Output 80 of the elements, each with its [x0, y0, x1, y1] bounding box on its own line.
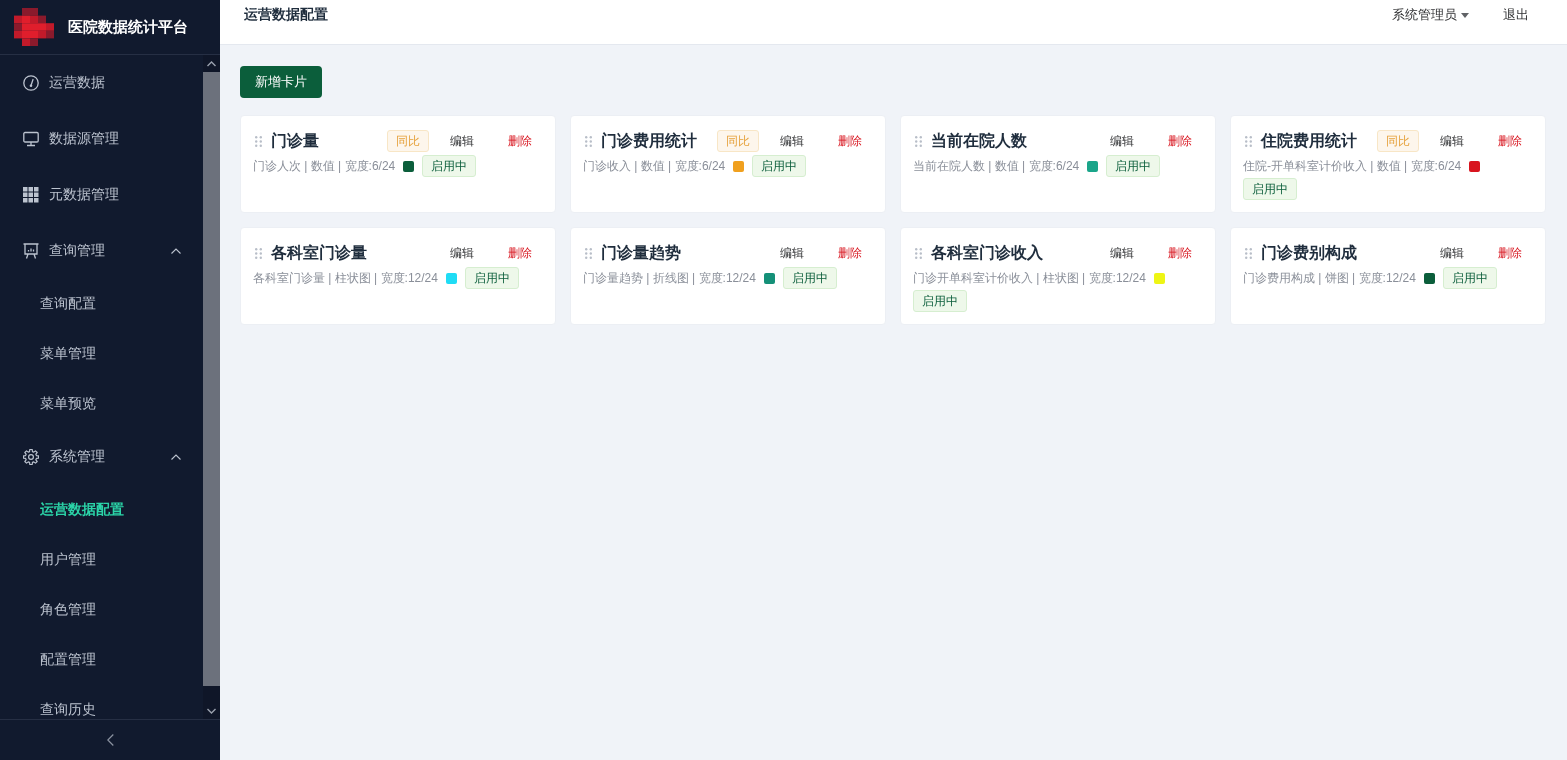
card-details: 门诊开单科室计价收入 | 柱状图 | 宽度:12/24 [913, 270, 1146, 287]
card-title: 当前在院人数 [931, 130, 1027, 151]
add-card-button[interactable]: 新增卡片 [240, 66, 322, 98]
grid-icon [23, 187, 39, 203]
card-title: 门诊费别构成 [1261, 242, 1357, 263]
card-details: 住院-开单科室计价收入 | 数值 | 宽度:6/24 [1243, 158, 1462, 175]
scrollbar-thumb[interactable] [203, 72, 220, 686]
monitor-icon [23, 131, 39, 147]
card-details: 门诊费用构成 | 饼图 | 宽度:12/24 [1243, 270, 1416, 287]
presentation-board-icon [23, 243, 39, 259]
compare-tag: 同比 [387, 130, 429, 152]
gauge-icon [23, 75, 39, 91]
delete-button[interactable]: 删除 [825, 241, 875, 265]
card-title: 门诊量趋势 [601, 242, 681, 263]
card-details: 当前在院人数 | 数值 | 宽度:6/24 [913, 158, 1080, 175]
edit-button[interactable]: 编辑 [767, 241, 817, 265]
menu-item[interactable]: 运营数据 [0, 55, 203, 111]
edit-button[interactable]: 编辑 [767, 129, 817, 153]
delete-button[interactable]: 删除 [1155, 241, 1205, 265]
card-title: 门诊量 [271, 130, 319, 151]
app-title: 医院数据统计平台 [68, 17, 188, 37]
status-tag: 启用中 [1442, 267, 1497, 289]
status-tag: 启用中 [913, 290, 967, 312]
card-title: 住院费用统计 [1261, 130, 1357, 151]
drag-handle-icon[interactable] [255, 247, 262, 259]
submenu-item[interactable]: 配置管理 [0, 635, 203, 685]
drag-handle-icon[interactable] [255, 135, 262, 147]
submenu-item[interactable]: 查询配置 [0, 279, 203, 329]
drag-handle-icon[interactable] [585, 135, 592, 147]
logo-icon [14, 8, 54, 46]
edit-button[interactable]: 编辑 [1427, 241, 1477, 265]
edit-button[interactable]: 编辑 [1097, 241, 1147, 265]
submenu-item[interactable]: 菜单管理 [0, 329, 203, 379]
submenu-item[interactable]: 角色管理 [0, 585, 203, 635]
card-details: 门诊量趋势 | 折线图 | 宽度:12/24 [583, 270, 756, 287]
caret-down-icon [1461, 12, 1469, 18]
edit-button[interactable]: 编辑 [1427, 129, 1477, 153]
card-details: 门诊收入 | 数值 | 宽度:6/24 [583, 158, 726, 175]
menu-item[interactable]: 元数据管理 [0, 167, 203, 223]
status-tag: 启用中 [782, 267, 837, 289]
delete-button[interactable]: 删除 [495, 129, 545, 153]
submenu-item[interactable]: 查询历史 [0, 685, 203, 719]
scroll-down-icon[interactable] [207, 708, 216, 714]
menu-item[interactable]: 数据源管理 [0, 111, 203, 167]
submenu-item[interactable]: 菜单预览 [0, 379, 203, 429]
card-title: 各科室门诊收入 [931, 242, 1043, 263]
delete-button[interactable]: 删除 [495, 241, 545, 265]
status-tag: 启用中 [422, 155, 477, 177]
drag-handle-icon[interactable] [1245, 135, 1252, 147]
delete-button[interactable]: 删除 [1155, 129, 1205, 153]
gear-icon [23, 449, 39, 465]
menu-item[interactable]: 系统管理 [0, 429, 203, 485]
drag-handle-icon[interactable] [915, 247, 922, 259]
edit-button[interactable]: 编辑 [1097, 129, 1147, 153]
compare-tag: 同比 [1377, 130, 1419, 152]
drag-handle-icon[interactable] [1245, 247, 1252, 259]
status-tag: 启用中 [464, 267, 519, 289]
edit-button[interactable]: 编辑 [437, 129, 487, 153]
delete-button[interactable]: 删除 [825, 129, 875, 153]
card-title: 门诊费用统计 [601, 130, 697, 151]
card-details: 各科室门诊量 | 柱状图 | 宽度:12/24 [253, 270, 438, 287]
menu-item[interactable]: 查询管理 [0, 223, 203, 279]
status-tag: 启用中 [752, 155, 807, 177]
drag-handle-icon[interactable] [915, 135, 922, 147]
card-details: 门诊人次 | 数值 | 宽度:6/24 [253, 158, 396, 175]
compare-tag: 同比 [717, 130, 759, 152]
delete-button[interactable]: 删除 [1485, 241, 1535, 265]
logout-link[interactable]: 退出 [1503, 6, 1529, 24]
page-title: 运营数据配置 [244, 6, 328, 24]
edit-button[interactable]: 编辑 [437, 241, 487, 265]
delete-button[interactable]: 删除 [1485, 129, 1535, 153]
status-tag: 启用中 [1106, 155, 1161, 177]
chevron-left-icon [106, 734, 114, 746]
card-title: 各科室门诊量 [271, 242, 367, 263]
scroll-up-icon[interactable] [207, 61, 216, 67]
submenu-item[interactable]: 用户管理 [0, 535, 203, 585]
submenu-item[interactable]: 运营数据配置 [0, 485, 203, 535]
status-tag: 启用中 [1243, 178, 1297, 200]
user-menu[interactable]: 系统管理员 [1392, 6, 1469, 24]
drag-handle-icon[interactable] [585, 247, 592, 259]
